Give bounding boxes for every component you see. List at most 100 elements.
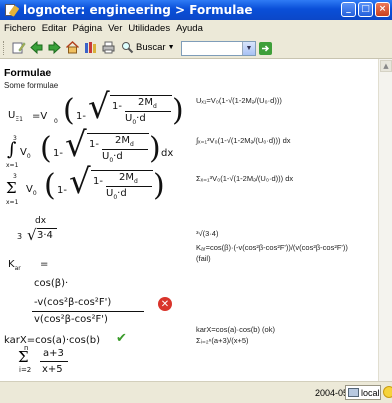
menu-pagina[interactable]: Página [70,23,106,34]
sqrt-symbol: √ [65,125,87,165]
fraction-bar [40,361,68,362]
formula-4-radicand: 3·4 [37,230,53,241]
sqrt-symbol: √ [88,87,110,127]
chevron-down-icon[interactable]: ▼ [242,42,255,55]
search-icon [122,42,134,54]
status-bar: 2004-05-03 local [0,381,392,403]
print-icon[interactable] [100,39,117,56]
formula-2-dx: dx [161,148,174,159]
fraction-bar [106,186,152,187]
title-bar: lognoter: engineering > Formulae _ □ × [0,0,392,20]
formula-2-one-inner: 1- [89,139,99,150]
formula-1-lhs-sub: Ξ1 [15,116,23,123]
source-line-5[interactable]: Kₐᵣ=cos(β)·(-v(cos²β-cos²F'))/(v(cos²β-c… [196,243,348,252]
formula-3-one-inner: 1- [93,176,103,187]
page-subtitle: Some formulae [4,81,59,90]
formula-1-num-sub: d [153,103,157,110]
menu-fichero[interactable]: Fichero [0,23,39,34]
search-button[interactable]: Buscar ▼ [121,41,175,54]
error-icon: ✕ [158,297,172,311]
paren-left: ( [44,168,56,203]
sum-symbol: Σ [18,348,29,366]
books-icon[interactable] [82,39,99,56]
toolbar: Buscar ▼ ▼ [0,37,392,59]
minimize-button[interactable]: _ [341,2,356,17]
location-indicator[interactable]: local [345,385,381,400]
formula-5-lhs-sub: ar [14,265,21,272]
notebook-icon [4,3,20,17]
paren-right: ) [149,131,161,166]
sqrt-bar [37,228,57,229]
menu-bar: Fichero Editar Página Ver Utilidades Ayu… [0,20,392,37]
smiley-icon [383,386,392,398]
vertical-scrollbar[interactable]: ▲ [378,59,392,381]
sqrt-bar [110,95,172,96]
formula-3-v-sub: 0 [32,190,37,197]
formula-7-num: a+3 [43,348,64,359]
formula-7-den: x+5 [42,364,63,375]
scroll-up-icon[interactable]: ▲ [380,60,392,72]
formula-3-num: 2M [119,172,134,183]
window-title: lognoter: engineering > Formulae [23,3,253,17]
formula-5-num: -v(cos²β-cos²F') [34,297,112,308]
formula-2-v: V [20,147,27,158]
formula-3-den-rest: ·d [117,188,127,199]
paren-right: ) [172,93,184,128]
formula-2-one: 1- [53,148,63,159]
paren-left: ( [40,131,52,166]
go-button[interactable] [259,42,272,55]
formula-1-den-rest: ·d [136,113,146,124]
formula-3-lower: x=1 [6,199,19,206]
source-line-4[interactable]: ³√(3·4) [196,229,218,238]
formula-2-num: 2M [115,135,130,146]
search-input[interactable]: ▼ [181,41,256,56]
source-line-5-status: (fail) [196,254,211,263]
menu-ver[interactable]: Ver [105,23,125,34]
search-label: Buscar [136,42,166,53]
forward-arrow-icon[interactable] [46,39,63,56]
source-line-7[interactable]: Σᵢ₌₂ⁿ(a+3)/(x+5) [196,336,249,345]
formula-2-v-sub: 0 [26,153,31,160]
paren-right: ) [153,168,165,203]
formula-7-lower: i=2 [19,366,32,374]
formula-5-den: v(cos²β-cos²F') [34,314,108,325]
page-content[interactable]: Formulae Some formulae UΞ1 =V 0 ( 1- √ 1… [0,59,378,381]
formula-3-v: V [26,184,33,195]
formula-4-index: 3 [17,232,23,241]
sqrt-symbol: √ [27,226,37,244]
edit-icon[interactable] [10,39,27,56]
home-icon[interactable] [64,39,81,56]
toolbar-grip[interactable] [3,40,6,55]
menu-utilidades[interactable]: Utilidades [125,23,173,34]
integral-symbol: ∫ [7,139,17,160]
formula-1-v-sub: 0 [54,118,58,125]
sqrt-bar [87,133,149,134]
sqrt-symbol: √ [69,162,91,202]
menu-editar[interactable]: Editar [39,23,70,34]
fraction-bar [32,311,144,312]
page-title: Formulae [4,67,52,79]
formula-5-eq: = [40,259,49,270]
source-line-6[interactable]: karX=cos(a)·cos(b) (ok) [196,325,275,334]
formula-1-one: 1- [76,111,86,122]
menu-ayuda[interactable]: Ayuda [173,23,206,34]
formula-5-line1: cos(β)· [34,278,69,289]
formula-4-top: dx [35,216,47,226]
maximize-button[interactable]: □ [358,2,373,17]
close-button[interactable]: × [375,2,390,17]
arrow-right-icon [262,45,270,52]
source-line-1[interactable]: Uₓ₁=V₀(1-√(1-2Mₔ/(U₀·d))) [196,96,282,105]
back-arrow-icon[interactable] [28,39,45,56]
location-label: local [361,387,380,398]
formula-6-text: karX=cos(a)·cos(b) [4,335,100,346]
formula-3-num-sub: d [134,178,138,185]
check-icon: ✔ [116,331,127,346]
formula-1-one-inner: 1- [112,101,122,112]
sum-symbol: Σ [6,179,17,197]
source-line-2[interactable]: ∫ₓ₌₁³V₀(1-√(1-2Mₔ/(U₀·d))) dx [196,136,291,145]
formula-2-lower: x=1 [6,162,19,169]
formula-1-num: 2M [138,97,153,108]
chevron-down-icon: ▼ [167,44,175,51]
source-line-3[interactable]: Σₓ₌₁³V₀(1-√(1-2Mₔ/(U₀·d))) dx [196,174,293,183]
computer-icon [348,388,359,397]
